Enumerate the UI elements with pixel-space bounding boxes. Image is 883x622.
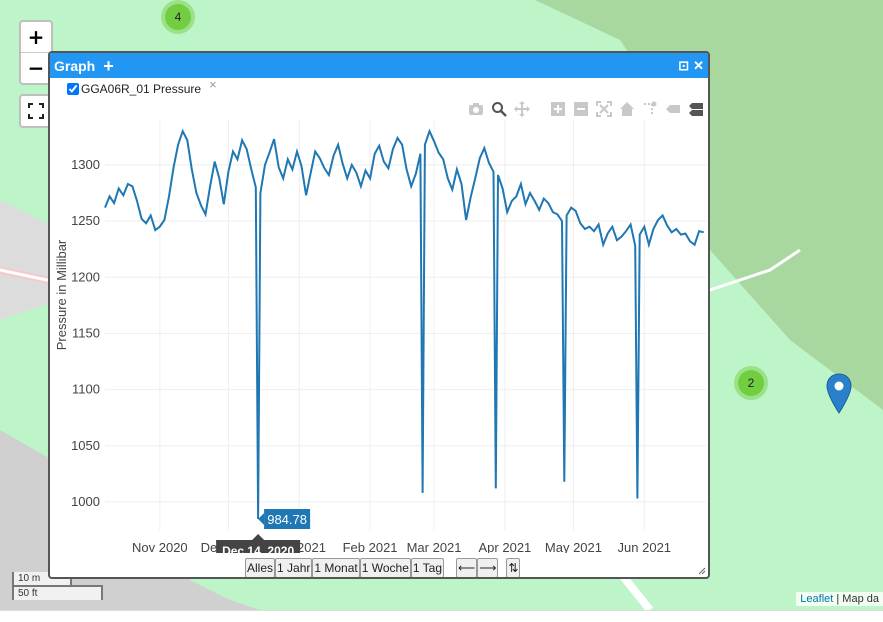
x-tick-label: Feb 2021 <box>343 540 398 553</box>
close-icon[interactable]: ✕ <box>693 58 704 74</box>
series-line <box>104 128 704 520</box>
y-tick-label: 1100 <box>72 382 100 397</box>
x-tick-label: Nov 2020 <box>132 540 188 553</box>
y-tick-label: 1250 <box>71 213 100 228</box>
y-axis-label: Pressure in Millibar <box>54 239 69 350</box>
cluster-count: 4 <box>165 4 191 30</box>
resize-handle-icon[interactable] <box>698 567 706 575</box>
y-axis-ticks: 1000 1050 1100 1150 1200 1250 1300 <box>71 157 100 509</box>
range-button-week[interactable]: 1 Woche <box>359 558 411 577</box>
leaflet-link[interactable]: Leaflet <box>800 593 833 605</box>
x-tick-label: May 2021 <box>545 540 602 553</box>
y-tick-label: 1150 <box>72 325 100 340</box>
range-button-day[interactable]: 1 Tag <box>410 558 445 577</box>
previous-period-button[interactable]: ⟵ <box>456 558 478 577</box>
zoom-in-button[interactable]: + <box>21 22 51 52</box>
minimize-icon[interactable]: ⊡ <box>678 58 689 74</box>
sort-toggle-button[interactable]: ⇅ <box>506 558 521 577</box>
x-tick-label: Jun 2021 <box>618 540 672 553</box>
x-axis-ticks: Nov 2020Dec 2020Jan 2021Feb 2021Mar 2021… <box>132 540 671 553</box>
y-tick-label: 1050 <box>71 438 100 453</box>
range-selector: Alles 1 Jahr 1 Monat 1 Woche 1 Tag ⟵ ⟶ ⇅ <box>245 558 521 577</box>
tooltip-date: Dec 14, 2020 <box>222 544 294 553</box>
tooltip-value: 984.78 <box>267 512 307 527</box>
attribution-text: | Map da <box>836 593 879 605</box>
y-tick-label: 1300 <box>71 157 100 172</box>
y-tick-label: 1200 <box>71 269 100 284</box>
x-tick-label: Apr 2021 <box>479 540 532 553</box>
x-tick-label: Mar 2021 <box>407 540 462 553</box>
y-tick-label: 1000 <box>71 494 100 509</box>
zoom-out-button[interactable]: − <box>21 52 51 83</box>
map-pin-icon[interactable] <box>826 373 852 414</box>
next-period-button[interactable]: ⟶ <box>477 558 499 577</box>
marker-cluster[interactable]: 2 <box>734 366 768 400</box>
pressure-chart[interactable]: 1000 1050 1100 1150 1200 1250 1300 Nov 2020 Dec… <box>50 78 708 553</box>
dialog-titlebar[interactable]: Graph + ⊡ ✕ <box>50 53 708 78</box>
range-button-all[interactable]: Alles <box>245 558 276 577</box>
range-button-month[interactable]: 1 Monat <box>312 558 360 577</box>
tooltip-date-pointer <box>252 534 265 540</box>
fullscreen-icon <box>28 103 44 119</box>
page-footer <box>0 610 883 622</box>
scale-imperial: 50 ft <box>12 585 103 600</box>
cluster-count: 2 <box>738 370 764 396</box>
dialog-title: Graph <box>54 57 96 74</box>
hover-tooltip: 984.78 Dec 14, 2020 <box>216 509 311 553</box>
add-graph-button[interactable]: + <box>103 57 114 75</box>
range-button-year[interactable]: 1 Jahr <box>275 558 313 577</box>
marker-cluster[interactable]: 4 <box>161 0 195 34</box>
attribution: Leaflet | Map da <box>796 592 883 606</box>
graph-dialog: Graph + ⊡ ✕ GGA06R_01 Pressure × 1000 105… <box>48 51 710 579</box>
